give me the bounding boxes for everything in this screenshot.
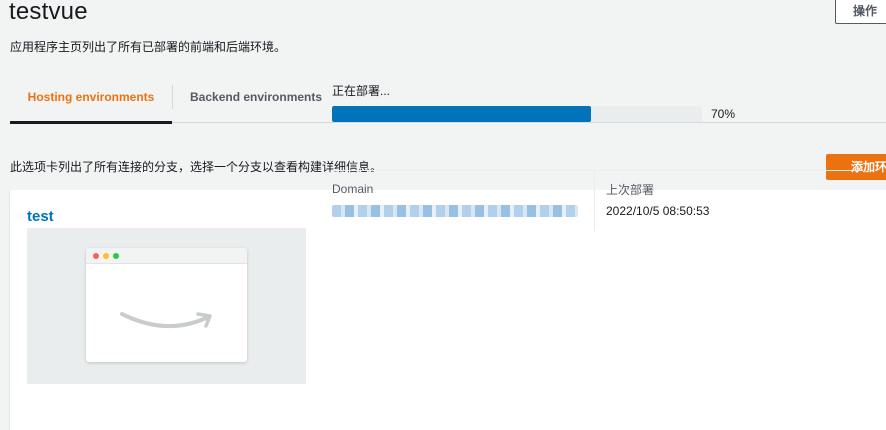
tab-hosting-environments[interactable]: Hosting environments (10, 82, 172, 124)
app-title: testvue (9, 0, 88, 25)
app-description: 应用程序主页列出了所有已部署的前端和后端环境。 (10, 40, 287, 54)
tab-separator (172, 85, 173, 109)
domain-value-obscured[interactable] (332, 205, 578, 217)
deploy-progress-percent: 70% (711, 107, 736, 121)
window-maximize-dot (113, 253, 119, 259)
details-column-divider (594, 171, 595, 231)
deploy-progress-fill (332, 106, 591, 122)
add-environment-button[interactable]: 添加环境 (826, 154, 886, 180)
window-minimize-dot (103, 253, 109, 259)
last-deploy-value: 2022/10/5 08:50:53 (606, 204, 710, 218)
deploy-progress-bar (332, 106, 702, 122)
hosting-description: 此选项卡列出了所有连接的分支，选择一个分支以查看构建详细信息。 (10, 160, 383, 174)
deploy-status-text: 正在部署... (332, 84, 391, 98)
domain-label: Domain (332, 182, 374, 196)
amazon-smile-icon (120, 312, 212, 328)
branch-card: test (10, 190, 886, 430)
tab-backend-label: Backend environments (190, 90, 323, 104)
active-tab-underline (10, 121, 172, 124)
window-close-dot (93, 253, 99, 259)
last-deploy-label: 上次部署 (606, 183, 655, 197)
tab-backend-environments[interactable]: Backend environments (190, 82, 322, 124)
tab-hosting-label: Hosting environments (27, 90, 155, 104)
actions-button[interactable]: 操作 (835, 0, 886, 24)
branch-preview-thumbnail[interactable] (27, 228, 306, 384)
browser-titlebar (86, 248, 247, 264)
branch-name-link[interactable]: test (27, 208, 54, 225)
browser-window-icon (86, 248, 247, 362)
details-top-divider (332, 170, 862, 171)
